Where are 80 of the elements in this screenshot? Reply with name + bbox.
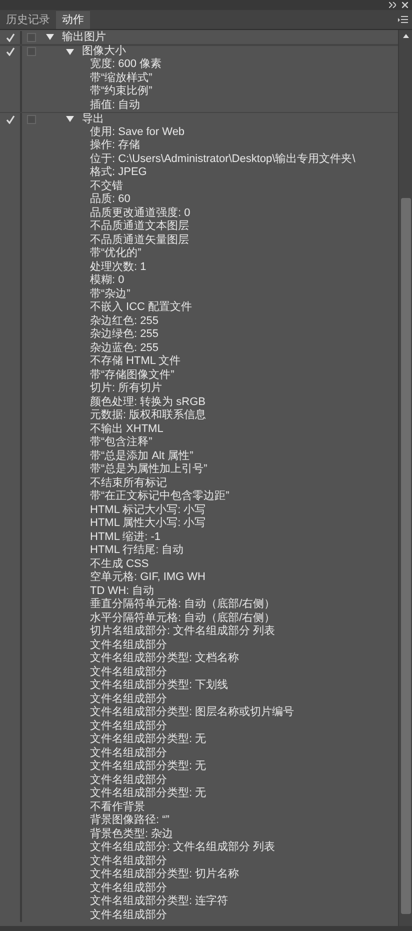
parameter-text: 文件名组成部分类型: 连字符 (90, 895, 228, 908)
parameter-text: 模糊: 0 (90, 274, 124, 288)
parameter-text: 文件名组成部分类型: 下划线 (90, 679, 228, 692)
parameter-text: 文件名组成部分: 文件名组成部分 列表 (90, 841, 276, 854)
close-icon[interactable] (402, 2, 408, 8)
parameter-text: 切片: 所有切片 (90, 382, 162, 396)
parameter-text: 不结束所有标记 (90, 476, 167, 490)
parameter-text: 元数据: 版权和联系信息 (90, 409, 206, 422)
parameter-text: 不生成 CSS (90, 558, 149, 570)
parameter-text: 不看作背景 (90, 800, 145, 814)
parameter-text: 带“总是添加 Alt 属性” (90, 450, 194, 463)
expanded-triangle-icon[interactable] (46, 33, 54, 42)
parameter-text: 颜色处理: 转换为 sRGB (90, 396, 206, 408)
parameter-text: 杂边蓝色: 255 (90, 342, 158, 355)
parameter-text: 格式: JPEG (90, 166, 147, 180)
collapse-icon[interactable] (389, 2, 396, 8)
parameter-text: 带“在正文标记中包含零边距” (90, 490, 230, 504)
command-name[interactable]: 图像大小 (82, 45, 126, 58)
parameter-text: 带“优化的” (90, 247, 142, 260)
scrollbar[interactable] (398, 30, 412, 926)
parameter-text: 宽度: 600 像素 (90, 58, 162, 72)
parameter-text: 品质: 60 (90, 193, 130, 206)
parameter-text: 文件名组成部分 (90, 746, 167, 760)
parameter-text: 带“缩放样式” (90, 72, 152, 85)
parameter-text: 操作: 存储 (90, 139, 140, 152)
checkmark-icon[interactable] (6, 114, 14, 124)
parameter-text: 文件名组成部分类型: 切片名称 (90, 868, 240, 882)
parameter-text: TD WH: 自动 (90, 584, 154, 598)
parameter-text: 文件名组成部分 (90, 666, 167, 678)
parameter-text: 切片名组成部分: 文件名组成部分 列表 (90, 625, 276, 638)
parameter-text: 空单元格: GIF, IMG WH (90, 571, 206, 584)
action-set-name[interactable]: 输出图片 (62, 30, 106, 44)
parameter-text: 文件名组成部分类型: 图层名称或切片编号 (90, 706, 294, 720)
parameter-text: HTML 缩进: -1 (90, 530, 160, 544)
parameter-text: HTML 属性大小写: 小写 (90, 517, 206, 530)
parameter-text: HTML 行结尾: 自动 (90, 544, 184, 558)
parameter-text: 不交错 (90, 180, 123, 193)
parameter-text: 文件名组成部分 (90, 638, 167, 652)
parameter-text: 带“约束比例” (90, 85, 152, 98)
parameter-text: 不嵌入 ICC 配置文件 (90, 301, 192, 314)
parameter-text: HTML 标记大小写: 小写 (90, 504, 206, 517)
parameter-text: 杂边绿色: 255 (90, 328, 158, 342)
parameter-text: 不存储 HTML 文件 (90, 355, 181, 368)
scroll-up-icon[interactable] (402, 34, 408, 38)
scrollbar-thumb[interactable] (400, 198, 410, 914)
parameter-text: 背景图像路径: “” (90, 814, 170, 828)
parameter-text: 背景色类型: 杂边 (90, 828, 174, 840)
dialog-toggle-icon[interactable] (26, 114, 36, 124)
parameter-text: 使用: Save for Web (90, 126, 185, 139)
parameter-text: 不输出 XHTML (90, 422, 164, 436)
parameter-text: 带“包含注释” (90, 436, 152, 450)
parameter-text: 文件名组成部分 (90, 908, 167, 922)
parameter-text: 垂直分隔符单元格: 自动（底部/右侧） (90, 598, 276, 612)
parameter-text: 文件名组成部分 (90, 692, 167, 706)
expanded-triangle-icon[interactable] (66, 48, 74, 56)
panel-tab[interactable]: 动作 (56, 11, 90, 29)
parameter-text: 文件名组成部分类型: 文档名称 (90, 652, 240, 666)
command-name[interactable]: 导出 (82, 112, 104, 126)
parameter-text: 插值: 自动 (90, 98, 140, 112)
checkmark-icon[interactable] (6, 32, 14, 42)
parameter-text: 文件名组成部分 (90, 854, 167, 868)
parameter-text: 不品质通道矢量图层 (90, 234, 189, 247)
panel-menu-icon[interactable] (398, 16, 408, 23)
expanded-triangle-icon[interactable] (66, 115, 74, 124)
parameter-text: 杂边红色: 255 (90, 314, 158, 328)
parameter-text: 文件名组成部分类型: 无 (90, 733, 206, 746)
parameter-text: 带“存储图像文件” (90, 368, 174, 382)
parameter-text: 水平分隔符单元格: 自动（底部/右侧） (90, 612, 276, 624)
parameter-text: 位于: C:\Users\Administrator\Desktop\输出专用文件夹\ (90, 152, 356, 166)
parameter-text: 不品质通道文本图层 (90, 220, 189, 234)
parameter-text: 品质更改通道强度: 0 (90, 206, 190, 220)
parameter-text: 文件名组成部分类型: 无 (90, 787, 206, 800)
parameter-text: 带“杂边” (90, 288, 130, 301)
parameter-text: 处理次数: 1 (90, 260, 146, 274)
parameter-text: 带“总是为属性加上引号” (90, 463, 208, 476)
checkmark-icon[interactable] (6, 47, 14, 56)
parameter-text: 文件名组成部分 (90, 720, 167, 732)
parameter-text: 文件名组成部分 (90, 882, 167, 894)
parameter-text: 文件名组成部分 (90, 774, 167, 786)
parameter-text: 文件名组成部分类型: 无 (90, 760, 206, 774)
